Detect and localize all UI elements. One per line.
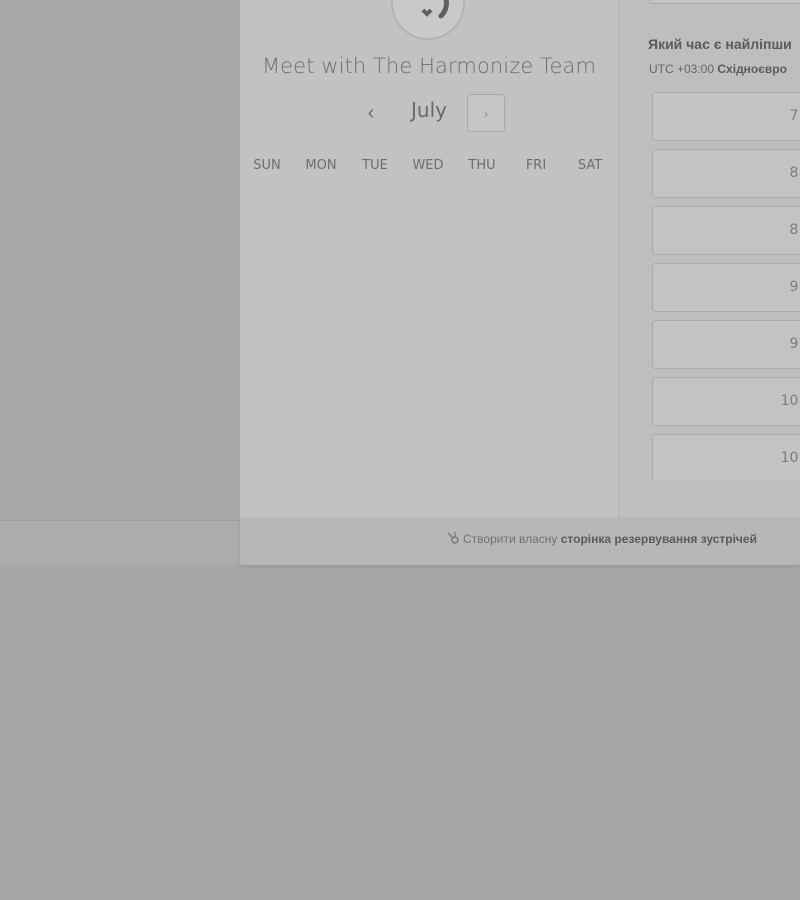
time-slot-label: 10:00 [780,393,800,409]
time-slot[interactable]: 9:00 [652,263,800,312]
next-month-button[interactable]: › [467,94,505,132]
hubspot-sprocket-icon [447,532,459,544]
time-slot-label: 10:30 [780,450,800,466]
weekday-mon: MON [305,158,337,173]
harmonize-logo-icon [421,0,449,19]
timezone-selector[interactable]: UTC +03:00 Східноєвро [649,62,787,76]
time-slot-label: 9:30 [789,336,800,352]
weekday-header: SUN MON TUE WED THU FRI SAT [240,158,618,178]
footer-link[interactable]: сторінка резервування зустрічей [561,532,757,546]
weekday-fri: FRI [525,158,547,173]
time-slot[interactable]: 10:30 [652,434,800,480]
time-slot[interactable]: 8:30 [652,206,800,255]
time-question: Який час є найліпши [648,36,792,52]
footer-prefix: Створити власну [463,532,558,546]
prev-month-button[interactable]: ‹ [357,97,385,129]
weekday-thu: THU [468,158,496,173]
top-control[interactable] [649,0,800,4]
weekday-tue: TUE [362,158,388,173]
footer-credit: Створити власну сторінка резервування зу… [446,531,757,546]
time-slot[interactable]: 9:30 [652,320,800,369]
weekday-wed: WED [412,158,444,173]
meeting-title: Meet with The Harmonize Team [261,54,597,78]
time-slot-list[interactable]: 7:30 8:00 8:30 9:00 9:30 10:00 10:30 [618,92,800,480]
time-slot-label: 9:00 [789,279,800,295]
timezone-offset: UTC +03:00 [649,62,715,76]
time-slot-label: 8:30 [789,222,800,238]
weekday-sat: SAT [577,158,603,173]
time-slot-label: 8:00 [789,165,800,181]
time-slot-label: 7:30 [789,108,800,124]
time-slot[interactable]: 8:00 [652,149,800,198]
timezone-name: Східноєвро [717,62,787,76]
time-slot[interactable]: 10:00 [652,377,800,426]
time-slot[interactable]: 7:30 [652,92,800,141]
month-label: July [411,98,447,122]
team-avatar [391,0,465,40]
weekday-sun: SUN [253,158,281,173]
background-strip [0,521,240,565]
